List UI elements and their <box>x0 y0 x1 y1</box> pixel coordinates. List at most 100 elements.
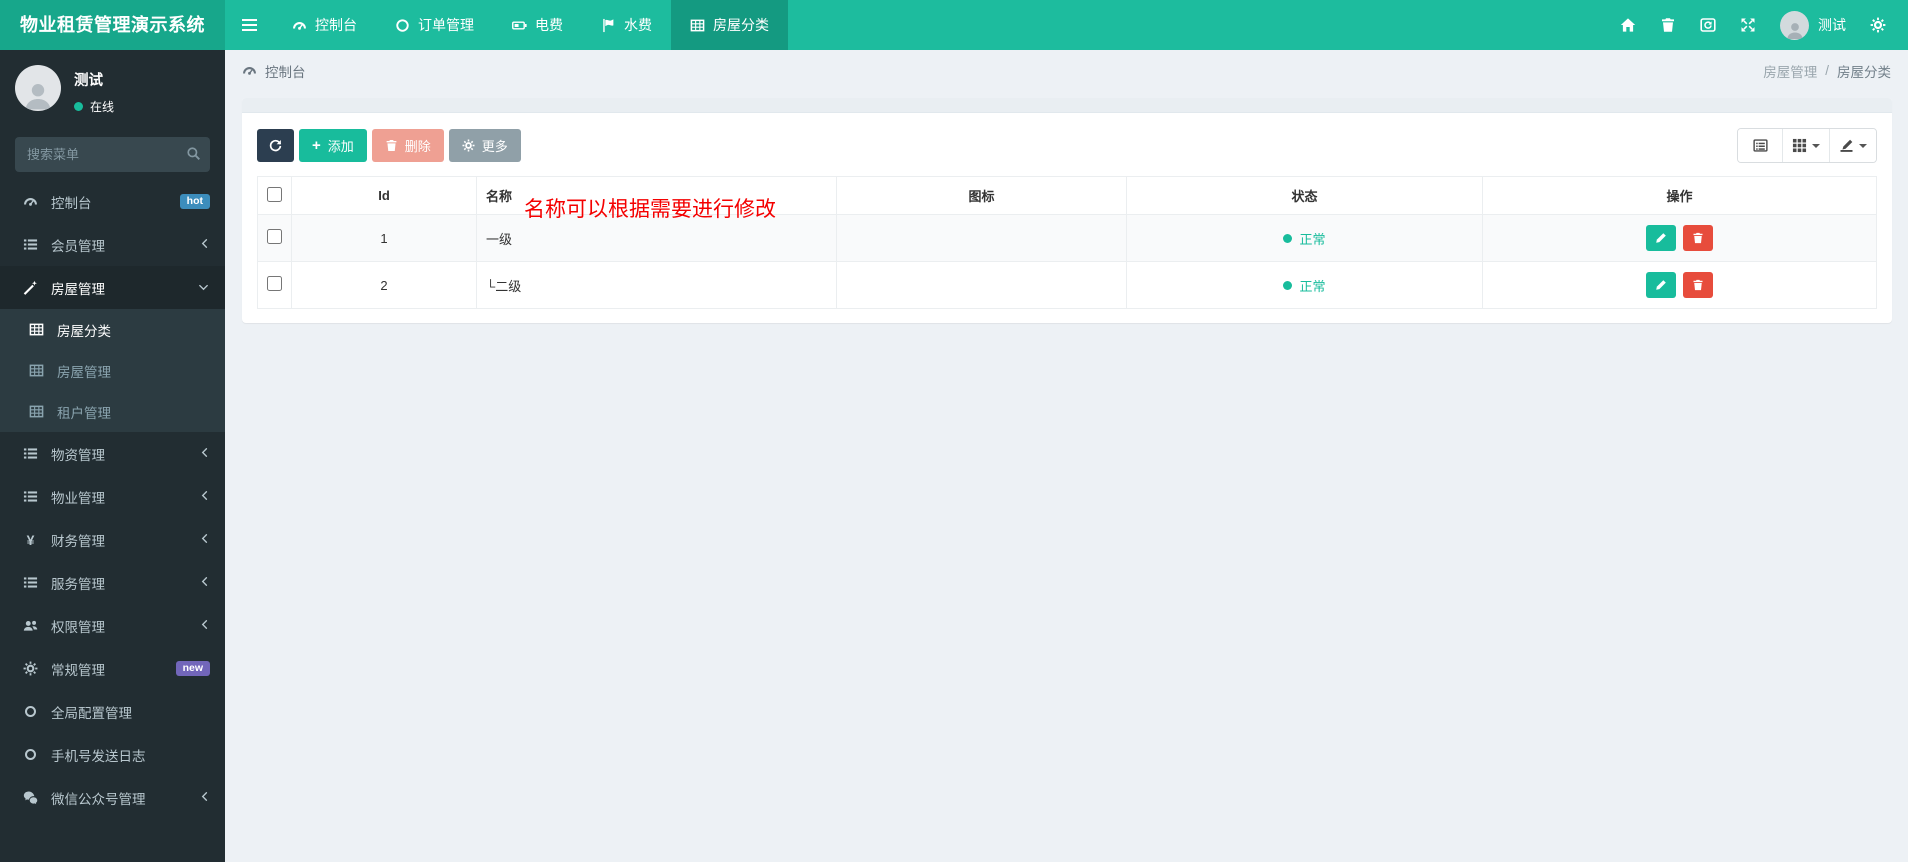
sidebar-item-members[interactable]: 会员管理 <box>0 223 225 266</box>
breadcrumb-page[interactable]: 房屋分类 <box>1837 61 1891 81</box>
breadcrumb: 房屋管理 / 房屋分类 <box>1763 61 1891 81</box>
status-dot-icon <box>1283 280 1293 290</box>
sidebar-user-panel: 测试 在线 <box>0 50 225 127</box>
cell-icon <box>836 214 1127 262</box>
search-icon[interactable] <box>186 146 201 166</box>
hot-badge: hot <box>179 193 210 210</box>
sidebar-item-tenants[interactable]: 租户管理 <box>0 391 225 432</box>
avatar <box>15 65 61 111</box>
sidebar-item-materials[interactable]: 物资管理 <box>0 432 225 475</box>
yen-icon: ¥ <box>26 531 35 548</box>
cell-operations <box>1482 214 1877 262</box>
export-icon <box>1839 138 1854 153</box>
wechat-icon <box>21 790 40 805</box>
edit-button[interactable] <box>1645 225 1676 251</box>
trash-icon <box>1660 17 1676 33</box>
brand-title[interactable]: 物业租赁管理演示系统 <box>0 0 225 50</box>
home-button[interactable] <box>1608 0 1648 50</box>
grid-icon <box>1792 138 1807 153</box>
fullscreen-button[interactable] <box>1728 0 1768 50</box>
breadcrumb-parent[interactable]: 房屋管理 <box>1763 61 1817 81</box>
user-menu[interactable]: 测试 <box>1768 10 1858 40</box>
new-badge: new <box>175 660 210 677</box>
add-label: 添加 <box>327 139 354 154</box>
sidebar-toggle-button[interactable] <box>225 0 273 50</box>
cell-status: 正常 <box>1126 214 1483 262</box>
row-checkbox[interactable] <box>267 276 282 291</box>
sidebar-item-wechat[interactable]: 微信公众号管理 <box>0 776 225 819</box>
sidebar-item-house-list[interactable]: 房屋管理 <box>0 350 225 391</box>
breadcrumb-separator: / <box>1825 63 1829 78</box>
table-row: 1 一级 正常 <box>257 214 1877 262</box>
sidebar-item-console[interactable]: 控制台 hot <box>0 180 225 223</box>
cell-id: 2 <box>291 261 477 309</box>
wand-icon <box>21 280 40 295</box>
tab-electricity[interactable]: 电费 <box>493 0 582 50</box>
status-badge[interactable]: 正常 <box>1283 229 1326 248</box>
breadcrumb-current: 控制台 <box>242 61 306 81</box>
sidebar-item-services[interactable]: 服务管理 <box>0 561 225 604</box>
table-icon <box>690 18 705 33</box>
table-row: 2 └二级 正常 <box>257 261 1877 309</box>
sidebar-item-finance[interactable]: ¥ 财务管理 <box>0 518 225 561</box>
cell-name: 一级 <box>476 214 837 262</box>
table-toolbar: + 添加 删除 更多 <box>257 128 1877 163</box>
clear-cache-button[interactable] <box>1648 0 1688 50</box>
refresh-button[interactable] <box>257 129 294 162</box>
edit-button[interactable] <box>1645 272 1676 298</box>
search-input[interactable] <box>15 137 210 172</box>
status-badge[interactable]: 正常 <box>1283 276 1326 295</box>
panel-heading <box>242 98 1892 113</box>
header-icon: 图标 <box>836 176 1127 215</box>
select-cell <box>257 214 292 262</box>
row-delete-button[interactable] <box>1683 225 1714 251</box>
tab-label: 电费 <box>535 17 563 33</box>
menu-label: 物资管理 <box>51 447 105 463</box>
columns-button[interactable] <box>1782 129 1829 162</box>
circle-icon <box>21 749 40 760</box>
row-checkbox[interactable] <box>267 229 282 244</box>
sidebar-item-property[interactable]: 物业管理 <box>0 475 225 518</box>
chevron-left-icon <box>199 618 210 633</box>
navbar-tabs: 控制台 订单管理 电费 水费 房屋分类 <box>225 0 788 50</box>
delete-button[interactable]: 删除 <box>371 129 444 162</box>
sidebar-item-house-mgmt[interactable]: 房屋管理 <box>0 266 225 309</box>
select-all-checkbox[interactable] <box>267 186 282 202</box>
view-buttons <box>1737 128 1877 163</box>
tab-house-category[interactable]: 房屋分类 <box>671 0 788 50</box>
select-all-cell <box>257 176 292 215</box>
menu-label: 服务管理 <box>51 576 105 592</box>
browser-refresh-icon <box>1700 17 1716 33</box>
list-alt-icon <box>1753 138 1768 153</box>
tab-label: 订单管理 <box>418 17 474 33</box>
dashboard-icon <box>242 63 257 78</box>
hamburger-icon <box>241 24 257 26</box>
menu-label: 房屋分类 <box>57 323 111 339</box>
sidebar-user-info: 测试 在线 <box>74 65 114 115</box>
cell-name: └二级 <box>476 261 837 309</box>
tab-water[interactable]: 水费 <box>582 0 671 50</box>
navbar-right: 测试 <box>1608 0 1908 50</box>
select-cell <box>257 261 292 309</box>
avatar <box>1780 10 1809 40</box>
tab-orders[interactable]: 订单管理 <box>376 0 493 50</box>
sidebar-item-general[interactable]: 常规管理 new <box>0 647 225 690</box>
menu-label: 财务管理 <box>51 533 105 549</box>
row-delete-button[interactable] <box>1683 272 1714 298</box>
toggle-view-button[interactable] <box>1738 129 1782 162</box>
browser-refresh-button[interactable] <box>1688 0 1728 50</box>
sidebar-item-sms-log[interactable]: 手机号发送日志 <box>0 733 225 776</box>
export-button[interactable] <box>1829 129 1876 162</box>
sidebar-item-house-category[interactable]: 房屋分类 <box>0 309 225 350</box>
circle-icon <box>395 18 410 33</box>
list-icon <box>21 237 40 252</box>
add-button[interactable]: + 添加 <box>299 129 367 162</box>
list-icon <box>21 446 40 461</box>
sidebar-item-permissions[interactable]: 权限管理 <box>0 604 225 647</box>
tab-console[interactable]: 控制台 <box>273 0 376 50</box>
sidebar-item-global-config[interactable]: 全局配置管理 <box>0 690 225 733</box>
status-dot-icon <box>1283 233 1293 243</box>
magnifier-icon <box>186 146 201 161</box>
more-button[interactable]: 更多 <box>448 129 521 162</box>
settings-button[interactable] <box>1858 0 1898 50</box>
